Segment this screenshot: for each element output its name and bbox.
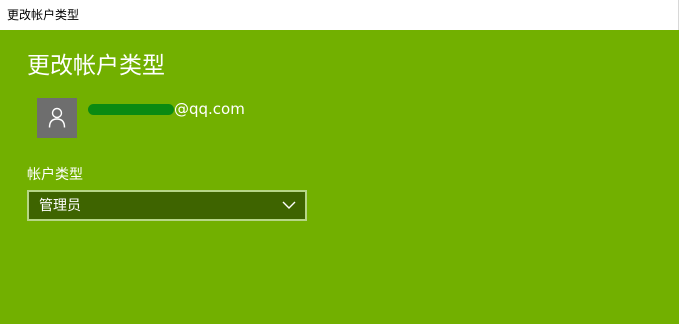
redaction-mark	[88, 104, 174, 115]
settings-panel: 更改帐户类型 @qq.com 帐户类型 管理员	[0, 30, 679, 324]
person-icon	[48, 107, 66, 128]
chevron-down-icon	[282, 201, 296, 209]
page-title: 更改帐户类型	[27, 53, 165, 79]
title-bar: 更改帐户类型	[0, 0, 679, 30]
window-title: 更改帐户类型	[7, 8, 80, 22]
avatar	[37, 98, 77, 138]
account-type-selected: 管理员	[39, 198, 81, 214]
account-type-label: 帐户类型	[27, 167, 83, 183]
email-domain: @qq.com	[174, 100, 245, 118]
account-type-dropdown[interactable]: 管理员	[27, 190, 307, 221]
